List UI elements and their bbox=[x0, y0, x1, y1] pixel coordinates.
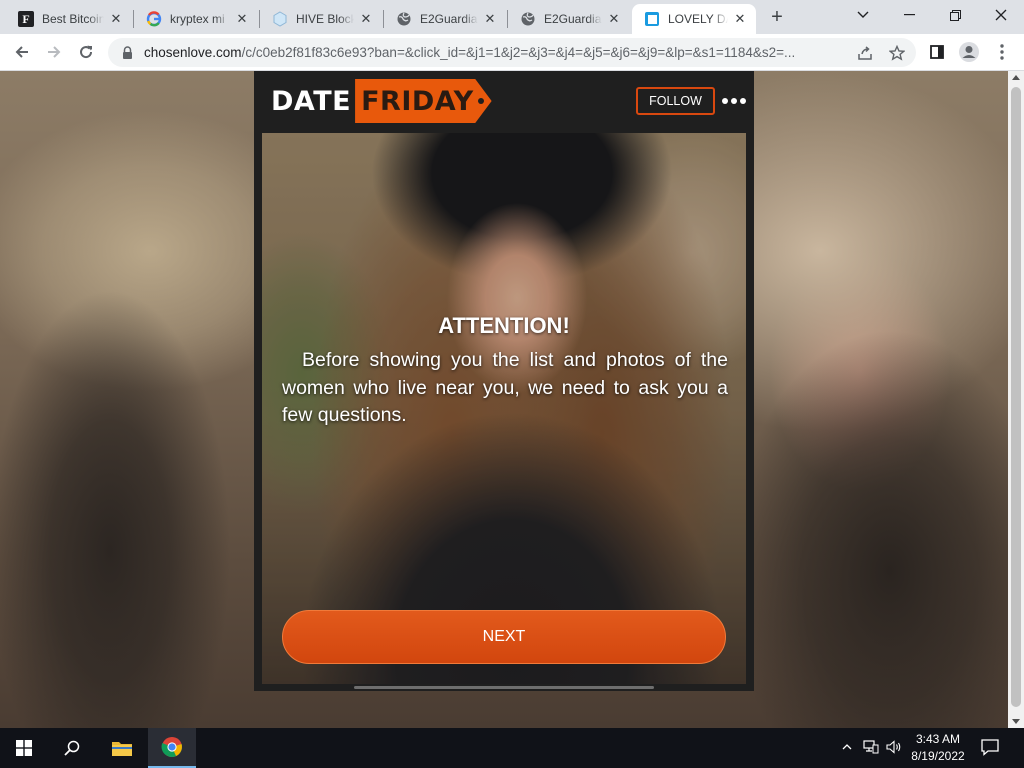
lovely-icon bbox=[644, 11, 660, 27]
tab-lovely-date[interactable]: LOVELY DA ✕ bbox=[632, 4, 756, 34]
close-icon[interactable]: ✕ bbox=[234, 11, 250, 27]
forward-arrow-icon[interactable] bbox=[40, 38, 68, 66]
globe-icon bbox=[396, 11, 412, 27]
windows-start-icon[interactable] bbox=[0, 728, 48, 768]
file-explorer-icon[interactable] bbox=[98, 728, 146, 768]
tab-hive[interactable]: HIVE Block ✕ bbox=[260, 4, 382, 34]
attention-message: Before showing you the list and photos o… bbox=[282, 349, 728, 426]
tab-title: Best Bitcoin bbox=[42, 12, 104, 26]
close-window-icon[interactable] bbox=[978, 0, 1024, 30]
side-panel-icon[interactable] bbox=[923, 38, 951, 66]
tab-title: HIVE Block bbox=[296, 12, 354, 26]
show-hidden-icons-chevron-icon[interactable] bbox=[838, 738, 856, 756]
tab-title: LOVELY DA bbox=[668, 12, 728, 26]
panel-header: DATE FRIDAY FOLLOW bbox=[254, 71, 754, 133]
restore-icon[interactable] bbox=[932, 0, 978, 30]
scrollbar-thumb[interactable] bbox=[1011, 87, 1021, 707]
tab-title: E2Guardian bbox=[420, 12, 478, 26]
search-icon[interactable] bbox=[48, 728, 96, 768]
logo-tag: FRIDAY bbox=[355, 79, 492, 123]
survey-panel: DATE FRIDAY FOLLOW ATTENTION! Before sho… bbox=[254, 71, 754, 691]
reload-icon[interactable] bbox=[72, 38, 100, 66]
globe-icon bbox=[520, 11, 536, 27]
tab-best-bitcoin[interactable]: F Best Bitcoin ✕ bbox=[6, 4, 132, 34]
logo-text-friday: FRIDAY bbox=[361, 85, 474, 117]
close-icon[interactable]: ✕ bbox=[732, 11, 748, 27]
next-button[interactable]: NEXT bbox=[282, 610, 726, 664]
letter-f-icon: F bbox=[18, 11, 34, 27]
tab-search-chevron-icon[interactable] bbox=[840, 0, 886, 30]
back-arrow-icon[interactable] bbox=[8, 38, 36, 66]
page-viewport: DATE FRIDAY FOLLOW ATTENTION! Before sho… bbox=[0, 71, 1008, 728]
clock-time: 3:43 AM bbox=[915, 732, 961, 746]
close-icon[interactable]: ✕ bbox=[108, 11, 124, 27]
url-path: /c/c0eb2f81f83c6e93?ban=&click_id=&j1=1&… bbox=[241, 45, 796, 60]
chrome-taskbar-icon[interactable] bbox=[148, 728, 196, 768]
scroll-down-icon[interactable] bbox=[1012, 719, 1020, 724]
page-scrollbar[interactable] bbox=[1008, 71, 1024, 728]
close-icon[interactable]: ✕ bbox=[482, 11, 498, 27]
tab-kryptex[interactable]: kryptex mi ✕ bbox=[134, 4, 258, 34]
tab-e2guardian-1[interactable]: E2Guardian ✕ bbox=[384, 4, 506, 34]
lock-icon[interactable] bbox=[120, 46, 134, 60]
volume-icon[interactable] bbox=[885, 738, 903, 756]
tag-hole bbox=[477, 98, 484, 104]
minimize-icon[interactable] bbox=[886, 0, 932, 30]
clock-date: 8/19/2022 bbox=[911, 749, 965, 763]
windows-taskbar: 3:43 AM 8/19/2022 bbox=[0, 728, 1024, 768]
google-icon bbox=[146, 11, 162, 27]
profile-photo: ATTENTION! Before showing you the list a… bbox=[262, 133, 746, 684]
follow-button[interactable]: FOLLOW bbox=[636, 87, 715, 115]
logo-text-date: DATE bbox=[271, 85, 352, 117]
date-friday-logo[interactable]: DATE FRIDAY bbox=[271, 79, 492, 123]
close-icon[interactable]: ✕ bbox=[606, 11, 622, 27]
taskbar-clock[interactable]: 3:43 AM 8/19/2022 bbox=[904, 731, 972, 765]
scroll-up-icon[interactable] bbox=[1012, 75, 1020, 80]
bookmark-star-icon[interactable] bbox=[888, 44, 906, 62]
browser-toolbar: chosenlove.com/c/c0eb2f81f83c6e93?ban=&c… bbox=[0, 34, 1024, 71]
tab-e2guardian-2[interactable]: E2Guardian ✕ bbox=[508, 4, 630, 34]
attention-heading: ATTENTION! bbox=[438, 313, 570, 338]
share-icon[interactable] bbox=[856, 44, 874, 62]
tab-title: E2Guardian bbox=[544, 12, 602, 26]
hive-icon bbox=[272, 11, 288, 27]
network-icon[interactable] bbox=[862, 738, 880, 756]
url-text: chosenlove.com/c/c0eb2f81f83c6e93?ban=&c… bbox=[144, 45, 864, 60]
new-tab-plus-icon[interactable]: + bbox=[766, 7, 788, 29]
tab-title: kryptex mi bbox=[170, 12, 225, 26]
more-options-icon[interactable] bbox=[722, 93, 746, 109]
browser-menu-icon[interactable] bbox=[988, 38, 1016, 66]
panel-scroll-indicator bbox=[354, 686, 654, 689]
profile-avatar-icon[interactable] bbox=[955, 38, 983, 66]
close-icon[interactable]: ✕ bbox=[358, 11, 374, 27]
address-bar[interactable]: chosenlove.com/c/c0eb2f81f83c6e93?ban=&c… bbox=[108, 38, 916, 67]
url-host: chosenlove.com bbox=[144, 45, 242, 60]
notification-center-icon[interactable] bbox=[980, 737, 1002, 759]
tab-strip: F Best Bitcoin ✕ kryptex mi ✕ HIVE Block… bbox=[0, 0, 1024, 34]
